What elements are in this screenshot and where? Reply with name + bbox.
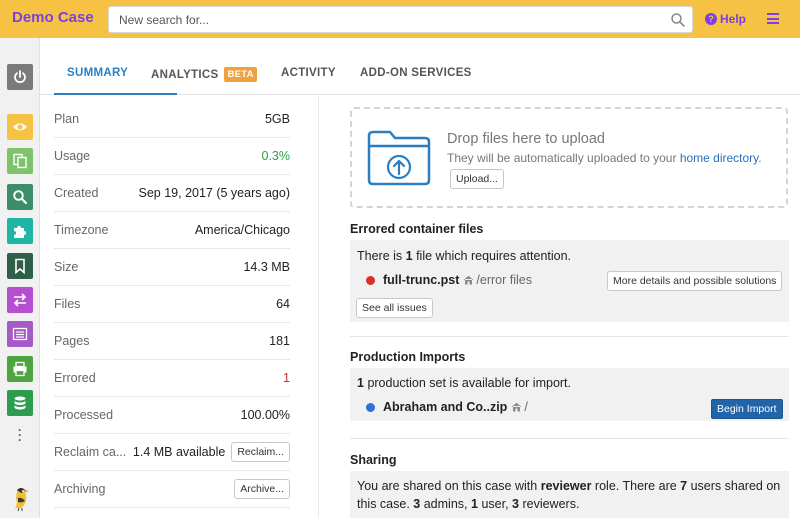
- home-directory-link[interactable]: home directory: [680, 151, 758, 165]
- summary-row-errored: Errored 1: [54, 360, 290, 397]
- upload-button[interactable]: Upload...: [450, 169, 505, 189]
- tab-bar: SUMMARY ANALYTICS BETA ACTIVITY ADD-ON SE…: [40, 38, 800, 95]
- dropzone-title: Drop files here to upload: [447, 131, 605, 147]
- summary-label: Created: [54, 186, 99, 200]
- folder-upload-icon: [367, 130, 431, 186]
- top-bar: Demo Case ? Help: [0, 0, 800, 38]
- arrows-icon[interactable]: [7, 287, 33, 313]
- production-message: 1 production set is available for import…: [357, 376, 572, 390]
- summary-value: 1.4 MB available: [132, 445, 226, 459]
- errored-file-path: /error files: [463, 273, 532, 287]
- summary-value: Sep 19, 2017 (5 years ago): [138, 186, 291, 200]
- more-dots-icon[interactable]: · · ·: [14, 424, 26, 446]
- summary-value: America/Chicago: [194, 223, 290, 237]
- sharing-panel: You are shared on this case with reviewe…: [350, 471, 789, 518]
- search-input[interactable]: [109, 7, 649, 32]
- errored-file-row[interactable]: full-trunc.pst /error files: [366, 273, 532, 287]
- tab-add-on-services[interactable]: ADD-ON SERVICES: [360, 67, 472, 79]
- errored-file-name[interactable]: full-trunc.pst: [383, 273, 459, 287]
- production-status-dot: [366, 402, 375, 412]
- summary-label: Files: [54, 297, 81, 311]
- summary-row-usage: Usage 0.3%: [54, 138, 290, 175]
- reclaim-button[interactable]: Reclaim...: [231, 442, 290, 462]
- bookmark-icon[interactable]: [7, 253, 33, 279]
- tab-analytics[interactable]: ANALYTICS BETA: [151, 67, 257, 82]
- app-title[interactable]: Demo Case: [12, 9, 94, 26]
- see-all-issues-button[interactable]: See all issues: [356, 298, 433, 318]
- search-icon[interactable]: [7, 184, 33, 210]
- tab-summary[interactable]: SUMMARY: [67, 67, 128, 79]
- left-rail: · · ·: [0, 38, 40, 518]
- production-file-row[interactable]: Abraham and Co..zip /: [366, 400, 528, 414]
- summary-label: Size: [54, 260, 79, 274]
- summary-row-size: Size 14.3 MB: [54, 249, 290, 286]
- summary-value: 14.3 MB: [243, 260, 290, 274]
- summary-label: Errored: [54, 371, 96, 385]
- reclaim-group: 1.4 MB available Reclaim...: [133, 442, 290, 462]
- home-icon: [511, 402, 522, 412]
- search-box[interactable]: [108, 6, 693, 33]
- error-status-dot: [366, 275, 375, 285]
- list-icon[interactable]: [7, 321, 33, 347]
- eye-icon[interactable]: [7, 114, 33, 140]
- help-link[interactable]: ? Help: [705, 12, 746, 26]
- beta-badge: BETA: [224, 67, 257, 82]
- summary-row-created: Created Sep 19, 2017 (5 years ago): [54, 175, 290, 212]
- power-icon[interactable]: [7, 64, 33, 90]
- summary-row-processed: Processed 100.00%: [54, 397, 290, 434]
- tab-activity[interactable]: ACTIVITY: [281, 67, 336, 79]
- summary-row-files: Files 64: [54, 286, 290, 323]
- production-file-path: /: [511, 400, 528, 414]
- summary-label: Processed: [54, 408, 114, 422]
- help-label: Help: [720, 12, 747, 26]
- summary-value: 5GB: [264, 112, 290, 126]
- summary-value[interactable]: 1: [283, 371, 290, 385]
- section-divider: [350, 336, 789, 337]
- sharing-message: You are shared on this case with reviewe…: [357, 479, 781, 511]
- puzzle-icon[interactable]: [7, 218, 33, 244]
- tab-analytics-label: ANALYTICS: [151, 69, 219, 81]
- begin-import-button[interactable]: Begin Import: [711, 399, 783, 419]
- home-icon: [463, 275, 474, 285]
- archive-button[interactable]: Archive...: [234, 479, 290, 499]
- production-panel: 1 production set is available for import…: [350, 368, 789, 421]
- summary-row-pages: Pages 181: [54, 323, 290, 360]
- summary-row-reclaim: Reclaim ca... 1.4 MB available Reclaim..…: [54, 434, 290, 471]
- errored-message: There is 1 file which requires attention…: [357, 249, 572, 263]
- documents-icon[interactable]: [7, 148, 33, 174]
- summary-row-archiving: Archiving Archive...: [54, 471, 290, 508]
- summary-row-plan: Plan 5GB: [54, 101, 290, 138]
- dropzone-subtitle: They will be automatically uploaded to y…: [447, 151, 762, 165]
- hamburger-menu-icon[interactable]: [767, 13, 779, 24]
- database-icon[interactable]: [7, 390, 33, 416]
- summary-label: Pages: [54, 334, 90, 348]
- production-section-title: Production Imports: [350, 350, 466, 364]
- errored-section-title: Errored container files: [350, 222, 484, 236]
- help-icon: ?: [705, 13, 717, 25]
- summary-label: Usage: [54, 149, 91, 163]
- summary-row-timezone: Timezone America/Chicago: [54, 212, 290, 249]
- errored-panel: There is 1 file which requires attention…: [350, 240, 789, 322]
- column-divider: [318, 96, 319, 518]
- summary-value: 0.3%: [261, 149, 291, 163]
- active-tab-indicator: [54, 93, 177, 95]
- upload-dropzone[interactable]: Drop files here to upload They will be a…: [350, 107, 788, 208]
- search-icon[interactable]: [670, 12, 686, 28]
- summary-value: 100.00%: [240, 408, 290, 422]
- more-details-button[interactable]: More details and possible solutions: [607, 271, 783, 291]
- sharing-section-title: Sharing: [350, 453, 397, 467]
- print-icon[interactable]: [7, 356, 33, 382]
- production-file-name[interactable]: Abraham and Co..zip: [383, 400, 507, 414]
- summary-label: Timezone: [54, 223, 109, 237]
- summary-value: 64: [276, 297, 290, 311]
- bird-logo-icon: [15, 488, 29, 512]
- section-divider: [350, 438, 789, 439]
- summary-value: 181: [269, 334, 290, 348]
- summary-label: Reclaim ca...: [54, 445, 127, 459]
- summary-label: Archiving: [54, 482, 106, 496]
- summary-label: Plan: [54, 112, 80, 126]
